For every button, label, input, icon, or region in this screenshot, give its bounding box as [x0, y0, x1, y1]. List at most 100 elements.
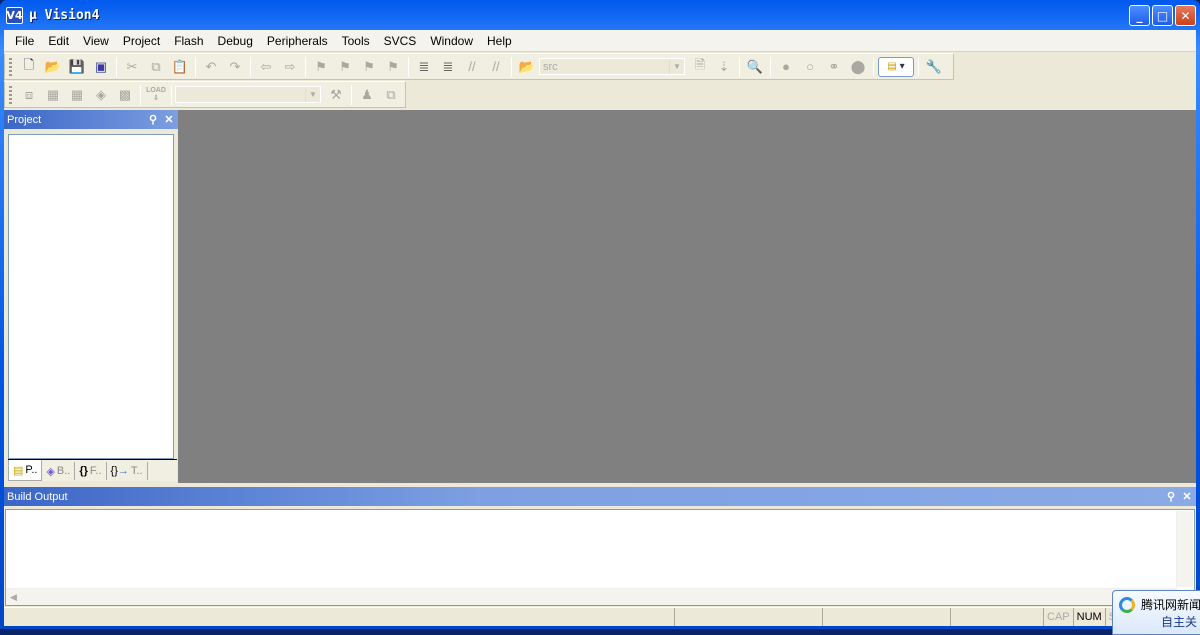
- status-cell: [951, 608, 1044, 626]
- tab-project[interactable]: ▤ P..: [8, 460, 43, 481]
- status-num: NUM: [1074, 608, 1106, 626]
- target-options-icon[interactable]: ⚒: [325, 85, 347, 105]
- disable-breakpoint-icon[interactable]: ○: [799, 57, 821, 77]
- kill-breakpoints-icon[interactable]: ⬤: [847, 57, 869, 77]
- translate-icon[interactable]: ⧈: [18, 85, 40, 105]
- menu-bar: File Edit View Project Flash Debug Perip…: [4, 30, 1196, 52]
- panel-close-icon[interactable]: ✕: [1180, 489, 1194, 503]
- project-tree[interactable]: [8, 134, 174, 459]
- find-in-files-icon[interactable]: 📂: [516, 57, 538, 77]
- menu-peripherals[interactable]: Peripherals: [260, 34, 335, 48]
- debug-session-icon[interactable]: 🔍: [744, 57, 766, 77]
- select-packs-icon[interactable]: ⧉: [380, 85, 402, 105]
- maximize-button[interactable]: □: [1152, 5, 1173, 26]
- status-cap: CAP: [1044, 608, 1074, 626]
- status-message: [4, 608, 675, 626]
- close-button[interactable]: ✕: [1175, 5, 1196, 26]
- save-all-icon[interactable]: ▣: [90, 57, 112, 77]
- incremental-find-icon[interactable]: ⇣: [713, 57, 735, 77]
- client-area: File Edit View Project Flash Debug Perip…: [4, 30, 1196, 626]
- undo-icon[interactable]: ↶: [200, 57, 222, 77]
- panel-close-icon[interactable]: ✕: [162, 112, 176, 126]
- menu-debug[interactable]: Debug: [211, 34, 260, 48]
- file-toolbar: 🗋 📂 💾 ▣ ✂ ⧉ 📋 ↶ ↷ ⇦ ⇨ ⚑ ⚑ ⚑ ⚑ ≣ ≣ // // …: [4, 53, 954, 80]
- find-icon[interactable]: 🗎: [689, 57, 711, 77]
- project-panel: Project ⚲ ✕ ▤ P.. ◈ B.. {} F.. {}→ T..: [4, 110, 178, 484]
- project-tabs: ▤ P.. ◈ B.. {} F.. {}→ T..: [8, 459, 177, 481]
- status-cell: [675, 608, 823, 626]
- build-output-text[interactable]: ◀: [5, 509, 1195, 606]
- toolbar-grip[interactable]: [9, 85, 12, 104]
- new-file-icon[interactable]: 🗋: [18, 57, 40, 77]
- menu-tools[interactable]: Tools: [335, 34, 377, 48]
- bookmark-icon[interactable]: ⚑: [310, 57, 332, 77]
- nav-back-icon[interactable]: ⇦: [255, 57, 277, 77]
- tab-templates[interactable]: {}→ T..: [107, 462, 148, 480]
- clear-bookmarks-icon[interactable]: ⚑: [382, 57, 404, 77]
- save-icon[interactable]: 💾: [66, 57, 88, 77]
- menu-flash[interactable]: Flash: [167, 34, 210, 48]
- menu-file[interactable]: File: [8, 34, 41, 48]
- paste-icon[interactable]: 📋: [169, 57, 191, 77]
- build-output-title: Build Output: [7, 490, 68, 503]
- configure-icon[interactable]: 🔧: [923, 57, 945, 77]
- rebuild-icon[interactable]: ▦: [66, 85, 88, 105]
- cut-icon[interactable]: ✂: [121, 57, 143, 77]
- project-panel-title: Project: [7, 113, 42, 126]
- next-bookmark-icon[interactable]: ⚑: [358, 57, 380, 77]
- tab-functions[interactable]: {} F..: [75, 462, 107, 480]
- open-folder-icon[interactable]: 📂: [42, 57, 64, 77]
- minimize-button[interactable]: _: [1129, 5, 1150, 26]
- indent-icon[interactable]: ≣: [413, 57, 435, 77]
- pin-icon[interactable]: ⚲: [146, 112, 160, 126]
- title-bar[interactable]: V4 µ Vision4 _ □ ✕: [0, 0, 1200, 30]
- build-toolbar: ⧈ ▦ ▦ ◈ ▩ LOAD ⇩ ▼ ⚒ ♟ ⧉: [4, 81, 406, 108]
- copy-icon[interactable]: ⧉: [145, 57, 167, 77]
- menu-help[interactable]: Help: [480, 34, 519, 48]
- comment-icon[interactable]: //: [461, 57, 483, 77]
- build-output-panel: Build Output ⚲ ✕ ◀: [4, 487, 1196, 607]
- uncomment-icon[interactable]: //: [485, 57, 507, 77]
- tab-books[interactable]: ◈ B..: [42, 462, 76, 480]
- templates-icon: {}→: [110, 465, 129, 477]
- find-combo[interactable]: src ▼: [539, 58, 685, 75]
- menu-window[interactable]: Window: [423, 34, 480, 48]
- menu-project[interactable]: Project: [116, 34, 167, 48]
- editor-area[interactable]: [178, 110, 1196, 483]
- unindent-icon[interactable]: ≣: [437, 57, 459, 77]
- manage-components-icon[interactable]: ♟: [356, 85, 378, 105]
- build-icon[interactable]: ▦: [42, 85, 64, 105]
- horizontal-scrollbar[interactable]: ◀: [6, 588, 1177, 605]
- prev-bookmark-icon[interactable]: ⚑: [334, 57, 356, 77]
- disable-all-breakpoints-icon[interactable]: ⚭: [823, 57, 845, 77]
- load-icon[interactable]: LOAD ⇩: [145, 85, 167, 105]
- menu-svcs[interactable]: SVCS: [377, 34, 424, 48]
- window-title: µ Vision4: [29, 7, 100, 23]
- notification-popup[interactable]: 腾讯网新闻 自主关: [1112, 590, 1200, 635]
- find-combo-value: src: [543, 60, 558, 73]
- status-cell: [823, 608, 951, 626]
- target-combo[interactable]: ▼: [175, 86, 321, 103]
- vertical-scrollbar[interactable]: [1176, 511, 1193, 587]
- tencent-news-icon: [1119, 596, 1135, 613]
- window-icon: ▤: [887, 61, 897, 72]
- chevron-down-icon[interactable]: ▼: [305, 87, 320, 102]
- nav-forward-icon[interactable]: ⇨: [279, 57, 301, 77]
- menu-edit[interactable]: Edit: [41, 34, 76, 48]
- project-icon: ▤: [13, 464, 24, 477]
- chevron-down-icon[interactable]: ▼: [669, 59, 684, 74]
- window-layout-dropdown[interactable]: ▤ ▾: [878, 56, 914, 77]
- status-bar: CAP NUM SC: [4, 607, 1196, 626]
- functions-icon: {}: [79, 465, 88, 477]
- project-panel-header: Project ⚲ ✕: [4, 110, 178, 129]
- books-icon: ◈: [46, 465, 55, 478]
- pin-icon[interactable]: ⚲: [1164, 489, 1178, 503]
- notification-title: 腾讯网新闻: [1141, 598, 1200, 612]
- stop-build-icon[interactable]: ▩: [114, 85, 136, 105]
- batch-build-icon[interactable]: ◈: [90, 85, 112, 105]
- toolbar-grip[interactable]: [9, 57, 12, 76]
- main-window: V4 µ Vision4 _ □ ✕ File Edit View Projec…: [0, 0, 1200, 629]
- breakpoint-icon[interactable]: ●: [775, 57, 797, 77]
- redo-icon[interactable]: ↷: [224, 57, 246, 77]
- menu-view[interactable]: View: [76, 34, 116, 48]
